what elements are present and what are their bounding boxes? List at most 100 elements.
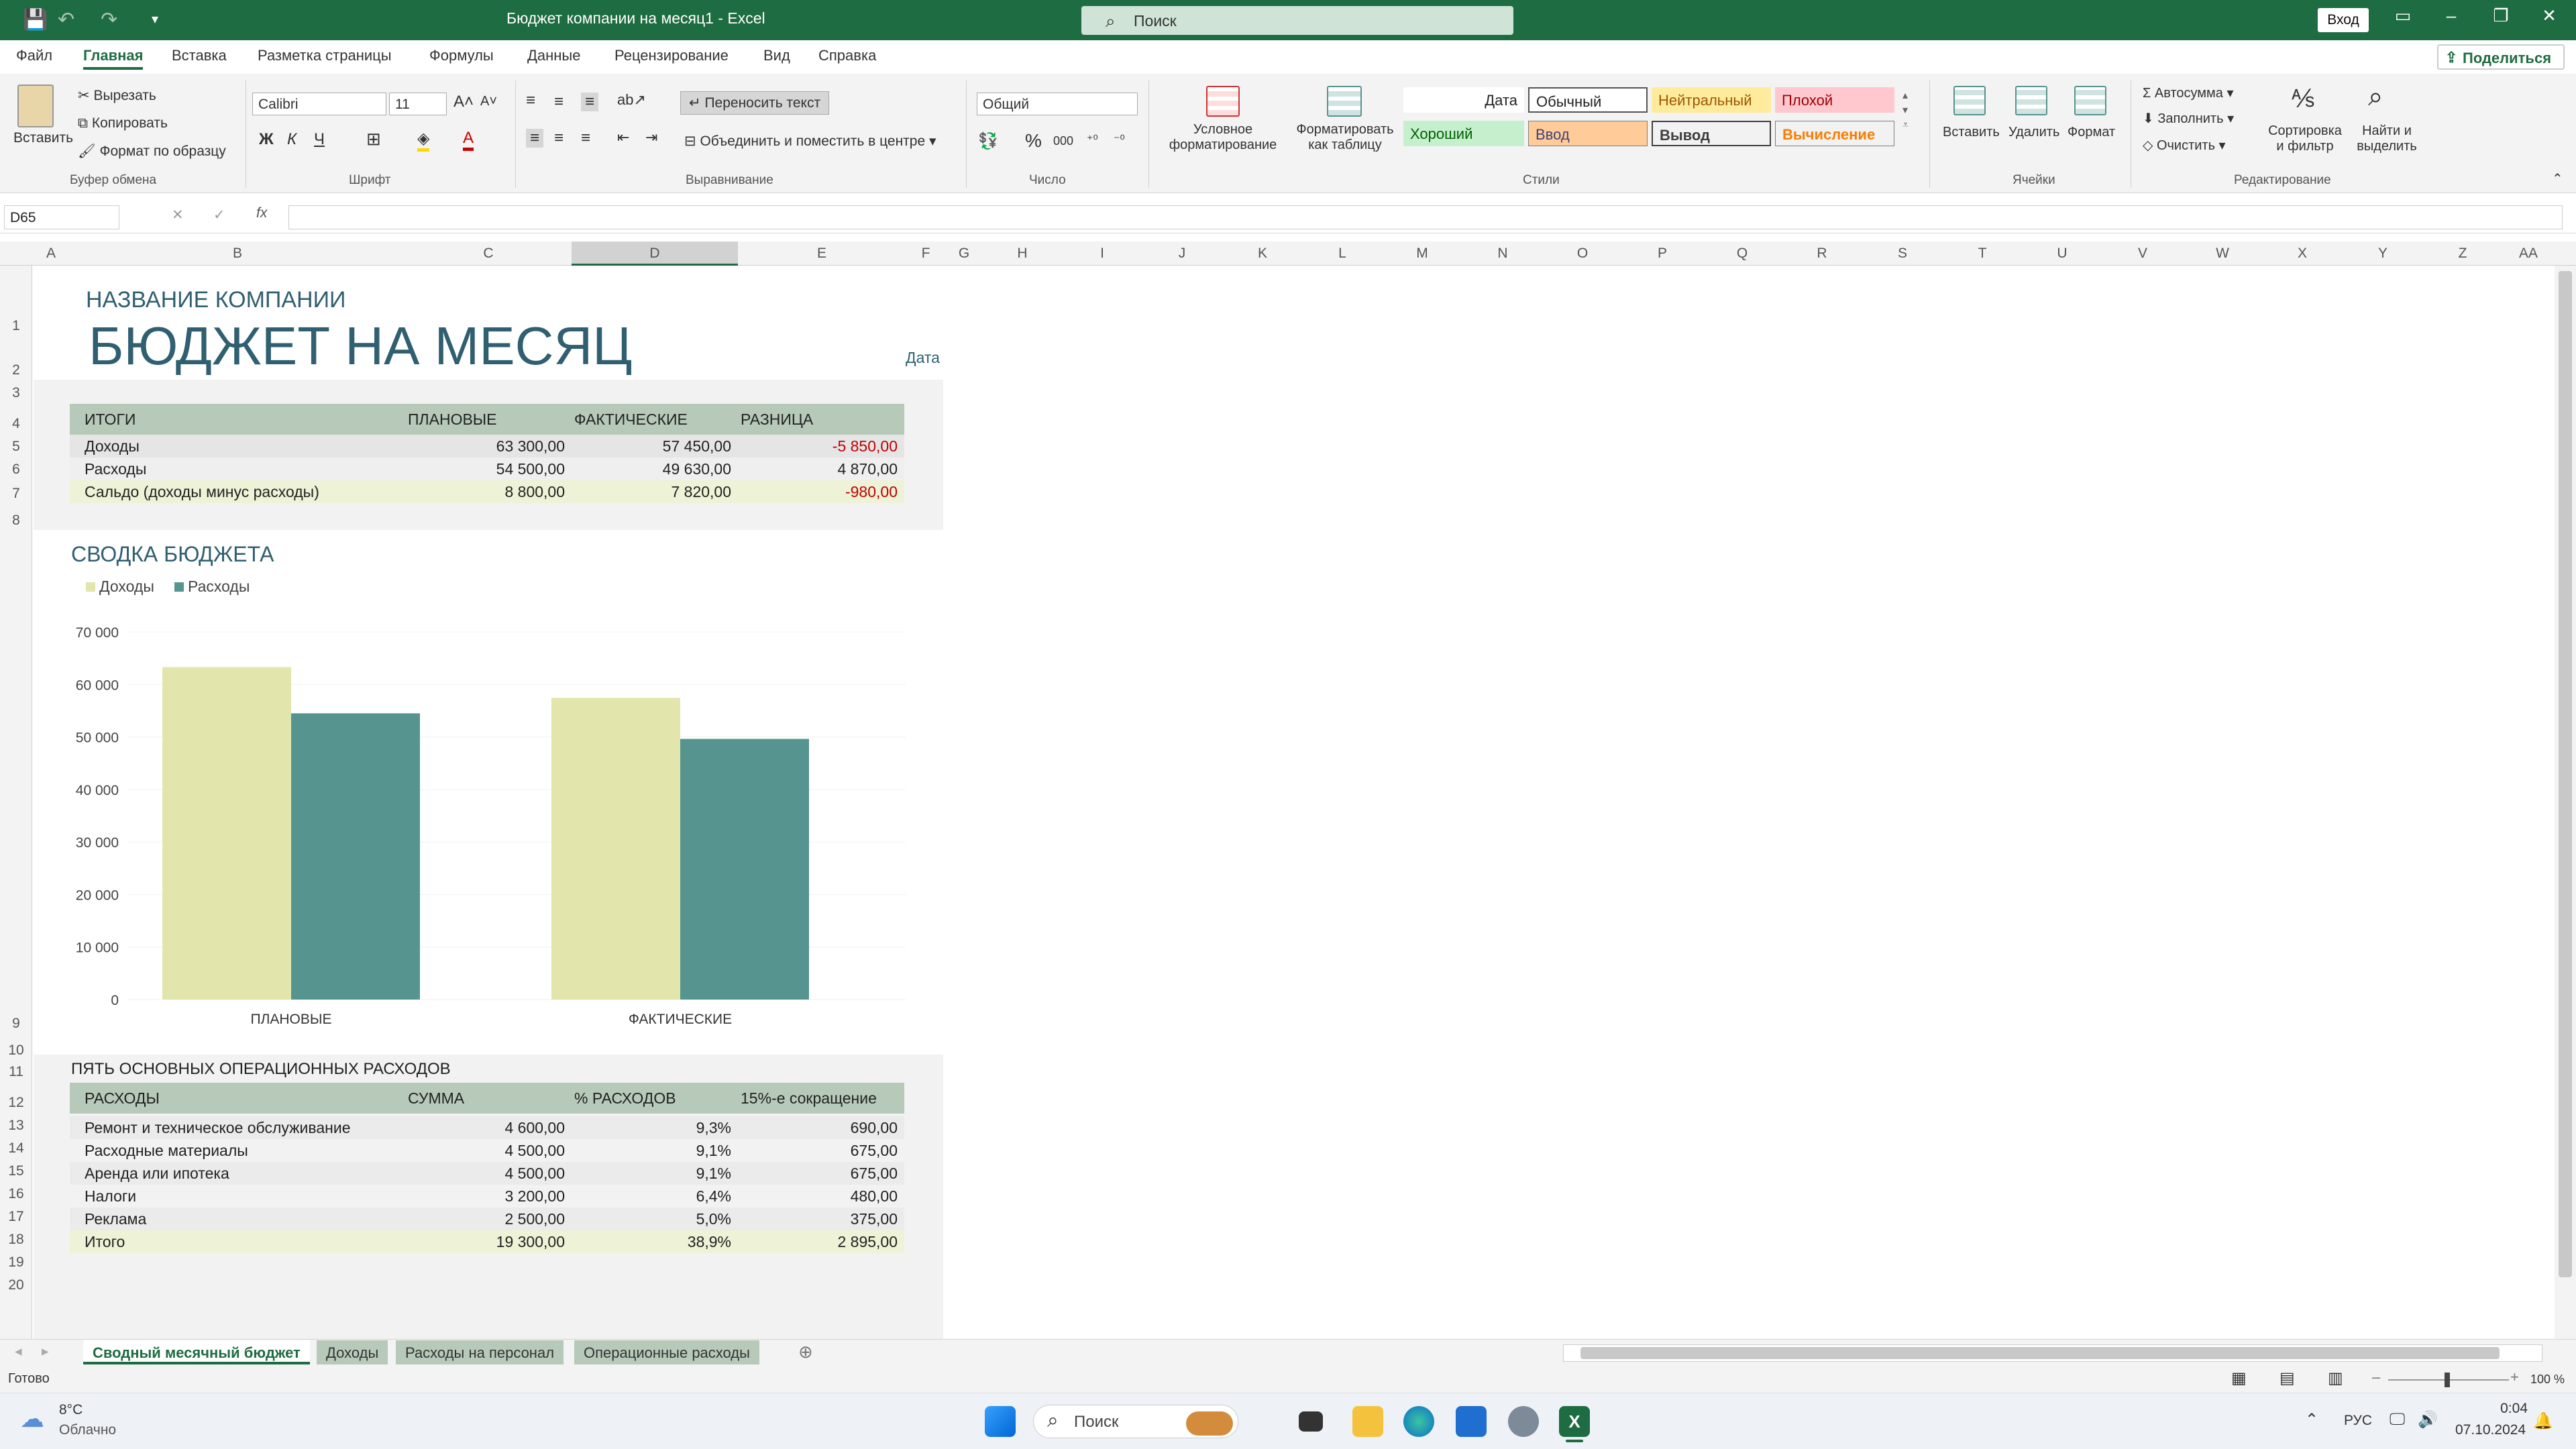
column-header-r[interactable]: R [1782, 246, 1862, 262]
top5-total-cell[interactable]: 2 895,00 [738, 1233, 898, 1251]
summary-cell[interactable]: -5 850,00 [738, 437, 898, 455]
summary-header-cell[interactable]: РАЗНИЦА [741, 411, 813, 429]
settings-icon[interactable] [1508, 1406, 1539, 1437]
row-header-13[interactable]: 13 [0, 1118, 32, 1134]
column-header-c[interactable]: C [405, 246, 572, 262]
column-header-s[interactable]: S [1862, 246, 1943, 262]
file-explorer-icon[interactable] [1352, 1406, 1383, 1437]
prev-sheet-icon[interactable]: ◂ [15, 1343, 22, 1360]
top5-total-cell[interactable]: 38,9% [572, 1233, 731, 1251]
top5-cell[interactable]: 9,1% [572, 1142, 731, 1160]
top5-cell[interactable]: 3 200,00 [405, 1187, 565, 1205]
top5-cell[interactable]: Реклама [85, 1210, 146, 1228]
sheet-tab-personnel[interactable]: Расходы на персонал [396, 1340, 564, 1364]
name-box[interactable]: D65 [4, 205, 119, 229]
number-format-select[interactable]: Общий [977, 93, 1138, 115]
summary-cell[interactable]: Доходы [85, 437, 140, 455]
summary-cell[interactable]: 8 800,00 [405, 483, 565, 501]
redo-icon[interactable]: ↷ [101, 8, 117, 32]
customize-qat-icon[interactable]: ▾ [152, 11, 158, 28]
top5-cell[interactable]: Аренда или ипотека [85, 1165, 229, 1183]
horizontal-scroll-thumb[interactable] [1580, 1347, 2500, 1359]
row-header-15[interactable]: 15 [0, 1163, 32, 1179]
align-middle-icon[interactable]: ≡ [554, 93, 564, 111]
top5-cell[interactable]: 480,00 [738, 1187, 898, 1205]
tab-file[interactable]: Файл [16, 47, 52, 64]
store-icon[interactable] [1456, 1406, 1487, 1437]
tab-review[interactable]: Рецензирование [614, 47, 729, 64]
top5-cell[interactable]: 675,00 [738, 1165, 898, 1183]
find-select-button[interactable]: Найти и выделить [2352, 123, 2422, 154]
date-label[interactable]: Дата [906, 349, 940, 367]
column-header-a[interactable]: A [32, 246, 70, 262]
column-header-k[interactable]: K [1222, 246, 1303, 262]
font-shrink-icon[interactable]: A˅ [480, 94, 497, 109]
row-header-19[interactable]: 19 [0, 1254, 32, 1271]
top5-cell[interactable]: 375,00 [738, 1210, 898, 1228]
insert-cells-button[interactable]: Вставить [1943, 125, 2000, 140]
network-icon[interactable]: 🖵 [2390, 1410, 2405, 1429]
row-header-2[interactable]: 2 [0, 362, 32, 378]
italic-button[interactable]: К [287, 130, 297, 149]
row-header-17[interactable]: 17 [0, 1209, 32, 1225]
increase-decimal-icon[interactable]: ⁺⁰ [1087, 133, 1098, 147]
page-layout-view-icon[interactable]: ▤ [2279, 1368, 2295, 1388]
task-view-icon[interactable] [1299, 1411, 1323, 1432]
decrease-decimal-icon[interactable]: ⁻⁰ [1114, 133, 1125, 147]
vertical-scroll-thumb[interactable] [2559, 271, 2572, 1277]
column-header-x[interactable]: X [2262, 246, 2343, 262]
format-painter-button[interactable]: 🖌 Формат по образцу [78, 144, 226, 160]
conditional-format-button[interactable]: Условное форматирование [1163, 122, 1283, 153]
row-header-7[interactable]: 7 [0, 486, 32, 502]
column-header-g[interactable]: G [946, 246, 982, 262]
row-header-8[interactable]: 8 [0, 513, 32, 529]
column-header-w[interactable]: W [2183, 246, 2262, 262]
column-header-q[interactable]: Q [1703, 246, 1782, 262]
widgets-icon[interactable] [1186, 1411, 1233, 1436]
row-header-10[interactable]: 10 [0, 1042, 32, 1059]
copy-button[interactable]: ⧉ Копировать [78, 115, 168, 131]
percent-icon[interactable]: % [1025, 130, 1042, 152]
column-header-e[interactable]: E [738, 246, 906, 262]
comma-style-icon[interactable]: 000 [1053, 134, 1073, 148]
summary-header-cell[interactable]: ИТОГИ [85, 411, 136, 429]
column-header-u[interactable]: U [2022, 246, 2102, 262]
column-header-v[interactable]: V [2102, 246, 2183, 262]
format-cells-icon[interactable] [2074, 86, 2106, 115]
delete-cells-button[interactable]: Удалить [2008, 125, 2059, 140]
summary-cell[interactable]: 57 450,00 [572, 437, 731, 455]
row-header-4[interactable]: 4 [0, 416, 32, 432]
font-grow-icon[interactable]: A˄ [453, 93, 474, 111]
top5-cell[interactable]: Расходные материалы [85, 1142, 248, 1160]
top5-cell[interactable]: 675,00 [738, 1142, 898, 1160]
top5-cell[interactable]: 2 500,00 [405, 1210, 565, 1228]
merge-center-button[interactable]: ⊟ Объединить и поместить в центре ▾ [684, 133, 936, 150]
column-header-d[interactable]: D [572, 241, 738, 266]
budget-chart[interactable]: Доходы Расходы 0 10 000 20 000 30 000 40 000 50… [34, 530, 943, 1055]
sheet-tab-summary[interactable]: Сводный месячный бюджет [83, 1340, 310, 1364]
align-bottom-icon[interactable]: ≡ [581, 93, 599, 111]
summary-cell[interactable]: -980,00 [738, 483, 898, 501]
cut-button[interactable]: ✂ Вырезать [78, 87, 156, 104]
cloud-icon[interactable]: ☁ [20, 1405, 44, 1433]
summary-cell[interactable]: 54 500,00 [405, 460, 565, 478]
enter-icon[interactable]: ✓ [213, 207, 225, 223]
top5-total-cell[interactable]: 19 300,00 [405, 1233, 565, 1251]
weather-desc[interactable]: Облачно [59, 1422, 116, 1438]
function-icon[interactable]: fx [256, 205, 267, 221]
top5-total-cell[interactable]: Итого [85, 1233, 125, 1251]
formula-input[interactable] [288, 205, 2563, 229]
fill-button[interactable]: ⬇ Заполнить ▾ [2143, 110, 2234, 127]
top5-cell[interactable]: Ремонт и техническое обслуживание [85, 1119, 350, 1137]
style-calculation[interactable]: Вычисление [1775, 121, 1894, 146]
tab-help[interactable]: Справка [818, 47, 876, 64]
bold-button[interactable]: Ж [259, 130, 274, 149]
top5-header-cell[interactable]: РАСХОДЫ [85, 1089, 160, 1108]
sheet-tab-operating[interactable]: Операционные расходы [574, 1340, 759, 1364]
style-bad[interactable]: Плохой [1775, 87, 1894, 113]
clear-button[interactable]: ◇ Очистить ▾ [2143, 137, 2226, 154]
row-header-1[interactable]: 1 [0, 318, 32, 334]
clock-date[interactable]: 07.10.2024 [2455, 1422, 2526, 1438]
top5-cell[interactable]: 4 500,00 [405, 1165, 565, 1183]
column-header-f[interactable]: F [906, 246, 946, 262]
